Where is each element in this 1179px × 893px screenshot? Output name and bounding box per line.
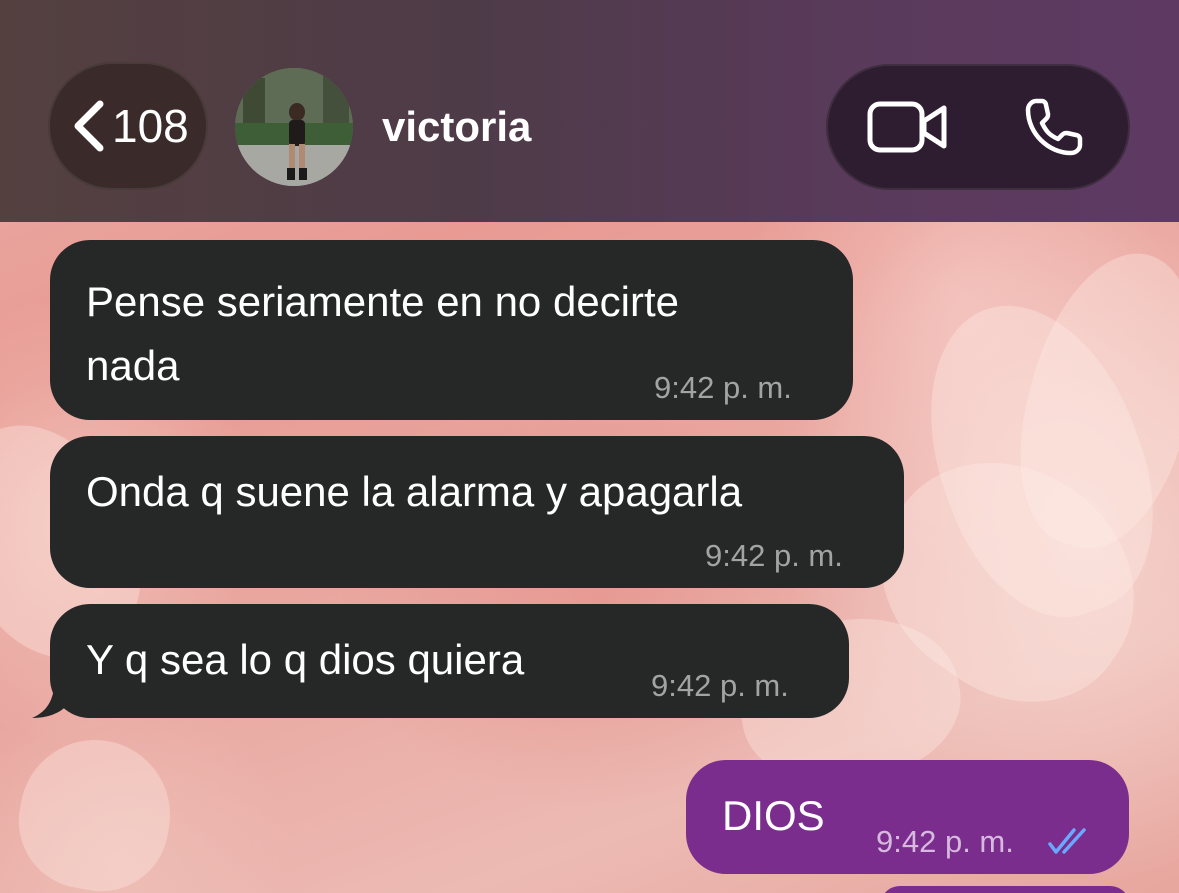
phone-icon [1025, 98, 1083, 156]
background-flower-petal [8, 728, 182, 893]
outgoing-message[interactable]: DIOS 9:42 p. m. [686, 760, 1129, 874]
message-timestamp: 9:42 p. m. [651, 668, 789, 703]
outgoing-message-partial [880, 886, 1130, 893]
avatar[interactable] [235, 68, 353, 186]
double-check-icon [1048, 828, 1086, 854]
unread-count: 108 [112, 100, 189, 152]
video-call-button[interactable] [848, 64, 968, 190]
incoming-message[interactable]: Pense seriamente en no decirte nada 9:42… [50, 240, 853, 420]
message-text-line: Y q sea lo q dios quiera [86, 636, 525, 683]
message-timestamp: 9:42 p. m. [876, 824, 1014, 859]
message-text-line: DIOS [722, 792, 825, 839]
message-text-line: Onda q suene la alarma y apagarla [86, 468, 743, 515]
message-text-line: nada [86, 342, 180, 389]
message-timestamp: 9:42 p. m. [705, 538, 843, 573]
phone-call-button[interactable] [994, 64, 1114, 190]
message-timestamp: 9:42 p. m. [654, 370, 792, 405]
contact-name[interactable]: victoria [382, 102, 531, 152]
chevron-left-icon [74, 100, 104, 152]
incoming-message[interactable]: Onda q suene la alarma y apagarla 9:42 p… [50, 436, 904, 588]
chat-header: 108 victoria [0, 0, 1179, 222]
avatar-photo [235, 68, 353, 186]
message-text-line: Pense seriamente en no decirte [86, 278, 680, 325]
back-button[interactable]: 108 [48, 62, 208, 190]
video-call-icon [867, 101, 947, 153]
incoming-message[interactable]: Y q sea lo q dios quiera 9:42 p. m. [50, 604, 849, 718]
call-actions [826, 64, 1130, 190]
